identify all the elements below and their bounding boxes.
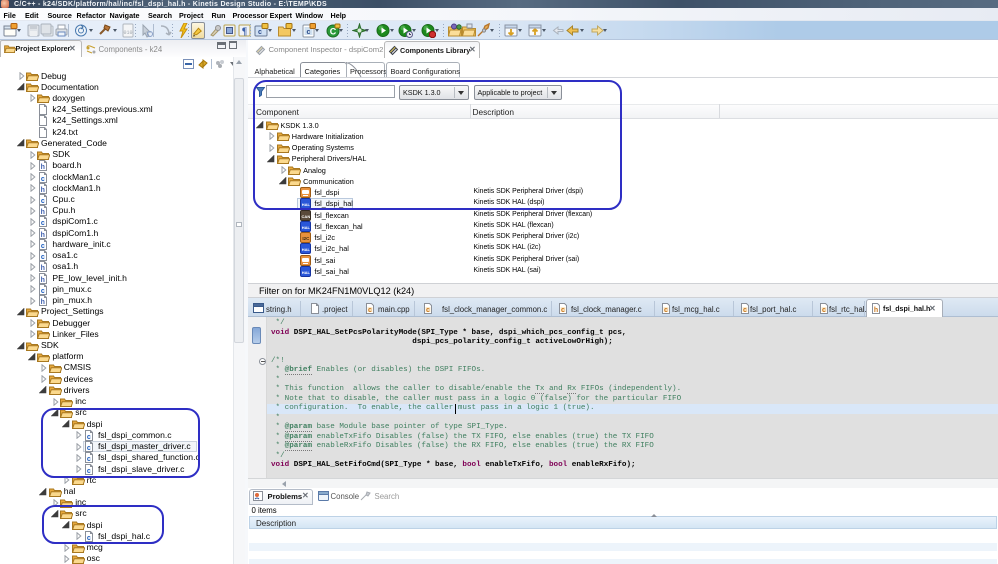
- svg-text:h: h: [41, 164, 45, 171]
- svg-text:h: h: [41, 232, 45, 239]
- svg-text:¶: ¶: [242, 27, 247, 38]
- svg-text:c: c: [368, 307, 372, 314]
- svg-text:h: h: [41, 299, 45, 306]
- svg-text:h: h: [41, 265, 45, 272]
- svg-text:c: c: [41, 220, 45, 227]
- svg-text:c: c: [743, 307, 747, 314]
- svg-text:c: c: [41, 288, 45, 295]
- svg-text:c: c: [307, 29, 311, 36]
- svg-text:h: h: [41, 209, 45, 216]
- svg-text:c: c: [41, 243, 45, 250]
- svg-text:h: h: [41, 187, 45, 194]
- svg-text:c: c: [561, 307, 565, 314]
- svg-text:010: 010: [123, 30, 132, 36]
- svg-text:h: h: [874, 307, 878, 314]
- svg-text:h: h: [41, 277, 45, 284]
- svg-text:c: c: [41, 198, 45, 205]
- svg-text:c: c: [426, 307, 430, 314]
- svg-text:c: c: [41, 254, 45, 261]
- svg-text:c: c: [664, 307, 668, 314]
- svg-text:c: c: [41, 176, 45, 183]
- svg-text:c: c: [258, 29, 262, 36]
- svg-text:c: c: [822, 307, 826, 314]
